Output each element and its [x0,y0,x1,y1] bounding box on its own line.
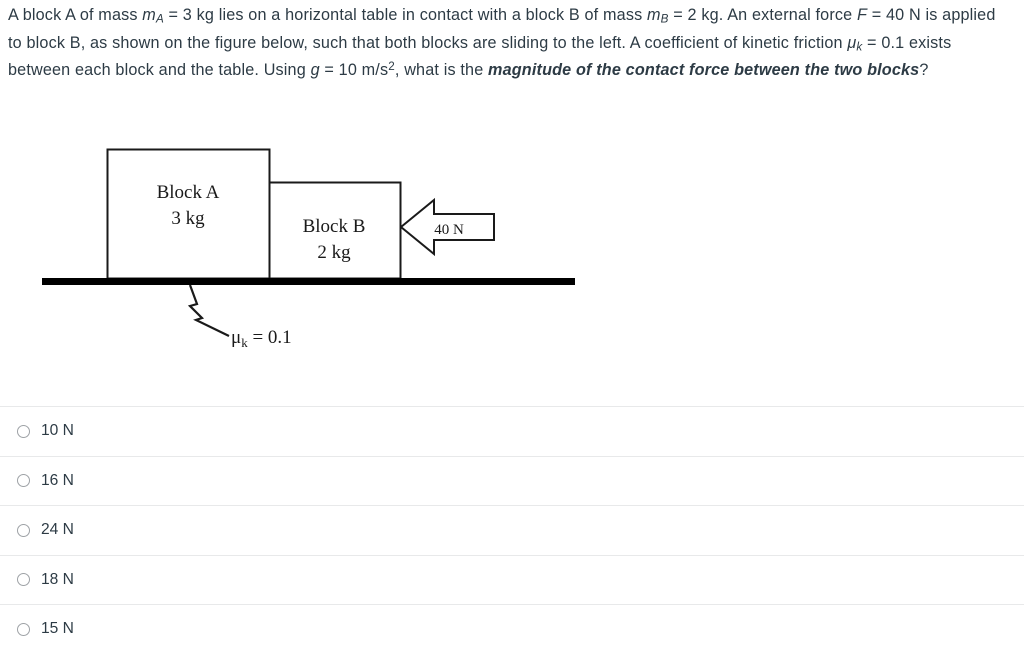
option-label-4: 15 N [41,620,74,638]
radio-button-1[interactable] [17,474,30,488]
friction-leader-line [187,284,230,337]
symbol-mass-b: mB [647,6,669,26]
subscript-b: B [660,12,669,26]
friction-label: μk = 0.1 [231,327,292,350]
radio-button-3[interactable] [17,573,30,587]
ground-line [42,278,575,285]
option-row-1[interactable]: 16 N [0,455,1024,506]
option-row-3[interactable]: 18 N [0,554,1024,605]
option-label-2: 24 N [41,521,74,539]
physics-diagram: Block A 3 kg Block B 2 kg 40 N μk = 0.1 [0,128,620,363]
option-row-0[interactable]: 10 N [0,406,1024,456]
subscript-a: A [155,12,164,26]
question-emphasis: magnitude of the contact force between t… [488,61,920,79]
question-part-3: = 2 kg. An external force [668,6,857,24]
question-part-8: ? [919,61,929,79]
radio-button-0[interactable] [17,424,30,438]
radio-button-2[interactable] [17,523,30,537]
radio-button-4[interactable] [17,622,30,636]
answer-options-list: 10 N 16 N 24 N 18 N 15 N [0,406,1024,654]
friction-mu-symbol: μ [231,327,241,348]
symbol-mu-k: μk [847,33,863,54]
force-arrow-label: 40 N [434,222,464,238]
option-row-2[interactable]: 24 N [0,505,1024,555]
block-a-mass-label: 3 kg [171,208,205,229]
question-part-7: , what is the [394,61,489,79]
question-part-6: = 10 m/s [319,61,389,79]
option-label-1: 16 N [41,471,74,489]
option-label-0: 10 N [41,422,74,440]
block-a-label: Block A [157,182,220,203]
question-part-2: = 3 kg lies on a horizontal table in con… [163,6,647,24]
question-text: A block A of mass mA = 3 kg lies on a ho… [8,2,1013,85]
block-b-mass-label: 2 kg [317,242,351,263]
block-b-label: Block B [303,216,366,237]
symbol-gravity: g [310,61,320,79]
exponent-two: 2 [388,60,395,74]
question-part-1: A block A of mass [8,6,143,24]
symbol-mass-a: mA [142,6,164,26]
symbol-force: F [856,6,868,24]
option-row-4[interactable]: 15 N [0,604,1024,654]
option-label-3: 18 N [41,570,74,588]
